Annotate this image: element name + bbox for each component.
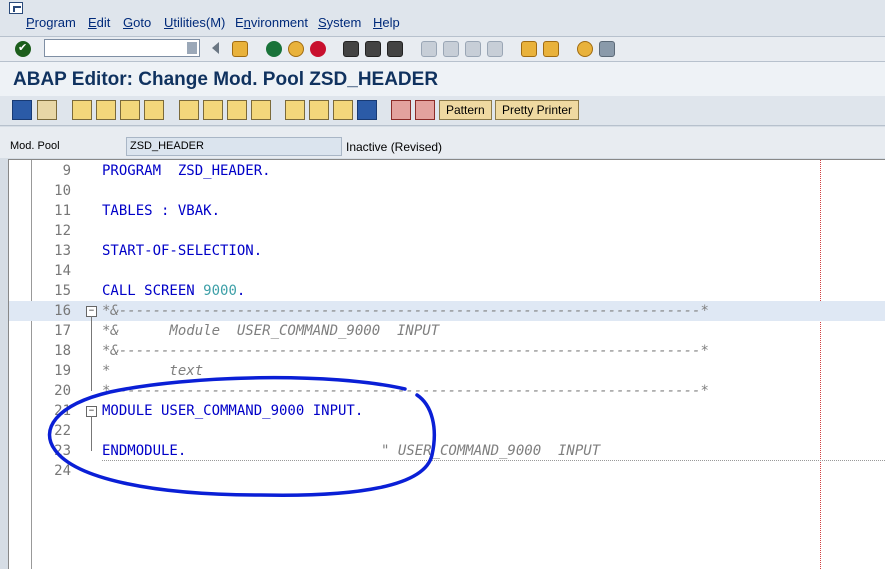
line-number: 22: [54, 423, 71, 439]
find-next-icon[interactable]: [387, 41, 403, 57]
pretty-printer-button[interactable]: Pretty Printer: [495, 100, 580, 120]
line-number: 14: [54, 263, 71, 279]
code-line[interactable]: 22: [9, 421, 885, 441]
code-line[interactable]: 16 *&------------------------------------…: [9, 301, 885, 321]
menu-utilities[interactable]: Utilities(M): [164, 15, 225, 30]
object-type-label: Mod. Pool: [10, 140, 60, 152]
object-list-icon[interactable]: [285, 100, 305, 120]
next-page-icon[interactable]: [465, 41, 481, 57]
menu-environment[interactable]: Environment: [235, 15, 308, 30]
program-status: Inactive (Revised): [346, 140, 443, 154]
line-number: 21: [54, 403, 71, 419]
activate-icon[interactable]: [179, 100, 199, 120]
forward-arrow-icon[interactable]: [37, 100, 57, 120]
navigation-window-icon[interactable]: [251, 100, 271, 120]
system-menu-icon[interactable]: [9, 2, 23, 14]
command-history-icon[interactable]: [187, 42, 197, 54]
code-text: ENDMODULE.: [102, 443, 187, 459]
program-name-field: ZSD_HEADER: [126, 137, 342, 156]
code-line[interactable]: 20 *-------------------------------------…: [9, 381, 885, 401]
code-line[interactable]: 11 TABLES : VBAK.: [9, 201, 885, 221]
code-text: CALL SCREEN 9000.: [102, 283, 246, 299]
info-icon[interactable]: [357, 100, 377, 120]
menu-help[interactable]: Help: [373, 15, 400, 30]
set-breakpoint-icon[interactable]: [391, 100, 411, 120]
back-icon[interactable]: [266, 41, 282, 57]
code-text: *&--------------------------------------…: [102, 343, 709, 359]
last-page-icon[interactable]: [487, 41, 503, 57]
line-number: 12: [54, 223, 71, 239]
enhance-icon[interactable]: [309, 100, 329, 120]
line-number: 24: [54, 463, 71, 479]
print-icon[interactable]: [343, 41, 359, 57]
line-number: 11: [54, 203, 71, 219]
customize-layout-icon[interactable]: [599, 41, 615, 57]
code-line[interactable]: 14: [9, 261, 885, 281]
code-line[interactable]: 18 *&------------------------------------…: [9, 341, 885, 361]
code-text: *---------------------------------------…: [102, 383, 709, 399]
cancel-icon[interactable]: [310, 41, 326, 57]
line-number: 19: [54, 363, 71, 379]
collapse-icon[interactable]: [212, 42, 219, 54]
enter-icon[interactable]: [15, 41, 31, 57]
number-literal: 9000: [203, 283, 237, 299]
line-number: 23: [54, 443, 71, 459]
page-title: ABAP Editor: Change Mod. Pool ZSD_HEADER: [13, 69, 439, 90]
code-line[interactable]: 9 PROGRAM ZSD_HEADER.: [9, 161, 885, 181]
delete-breakpoint-icon[interactable]: [415, 100, 435, 120]
standard-toolbar: [0, 36, 885, 62]
menu-goto[interactable]: Goto: [123, 15, 151, 30]
save-icon[interactable]: [232, 41, 248, 57]
code-line[interactable]: 21 MODULE USER_COMMAND_9000 INPUT. −: [9, 401, 885, 421]
code-text: MODULE USER_COMMAND_9000 INPUT.: [102, 403, 364, 419]
code-line[interactable]: 12: [9, 221, 885, 241]
code-text: *& Module USER_COMMAND_9000 INPUT: [102, 323, 440, 339]
code-text: PROGRAM ZSD_HEADER.: [102, 163, 271, 179]
check-icon[interactable]: [144, 100, 164, 120]
code-line[interactable]: 13 START-OF-SELECTION.: [9, 241, 885, 261]
display-change-icon[interactable]: [72, 100, 92, 120]
line-number: 16: [54, 303, 71, 319]
command-field[interactable]: [44, 39, 200, 57]
where-used-icon[interactable]: [227, 100, 247, 120]
find-icon[interactable]: [365, 41, 381, 57]
code-line[interactable]: 19 * text: [9, 361, 885, 381]
line-number: 20: [54, 383, 71, 399]
exit-icon[interactable]: [288, 41, 304, 57]
endmodule-comment: " USER_COMMAND_9000 INPUT: [381, 443, 601, 459]
fold-bracket-comment: [91, 316, 92, 391]
line-number: 18: [54, 343, 71, 359]
code-text: TABLES : VBAK.: [102, 203, 221, 219]
code-line[interactable]: 17 *& Module USER_COMMAND_9000 INPUT: [9, 321, 885, 341]
create-session-icon[interactable]: [521, 41, 537, 57]
code-line[interactable]: 10: [9, 181, 885, 201]
code-editor[interactable]: 9 PROGRAM ZSD_HEADER. 10 11 TABLES : VBAK. 12…: [8, 159, 885, 569]
code-text: * text: [102, 363, 204, 379]
line-number: 15: [54, 283, 71, 299]
menu-bar: Program Edit Goto Utilities(M) Environme…: [0, 0, 885, 36]
fullscreen-icon[interactable]: [333, 100, 353, 120]
code-line[interactable]: 15 CALL SCREEN 9000.: [9, 281, 885, 301]
back-arrow-icon[interactable]: [12, 100, 32, 120]
code-line[interactable]: 24: [9, 461, 885, 481]
shortcut-icon[interactable]: [543, 41, 559, 57]
menu-program[interactable]: Program: [26, 15, 76, 30]
fold-bracket-module: [91, 416, 92, 451]
first-page-icon[interactable]: [421, 41, 437, 57]
code-text: START-OF-SELECTION.: [102, 243, 263, 259]
line-number: 17: [54, 323, 71, 339]
test-icon[interactable]: [203, 100, 223, 120]
line-number: 10: [54, 183, 71, 199]
menu-edit[interactable]: Edit: [88, 15, 110, 30]
pattern-button[interactable]: Pattern: [439, 100, 492, 120]
line-number: 13: [54, 243, 71, 259]
previous-page-icon[interactable]: [443, 41, 459, 57]
line-number: 9: [62, 163, 71, 179]
help-icon[interactable]: [577, 41, 593, 57]
active-inactive-icon[interactable]: [96, 100, 116, 120]
other-object-icon[interactable]: [120, 100, 140, 120]
code-line[interactable]: 23 ENDMODULE. " USER_COMMAND_9000 INPUT: [9, 441, 885, 461]
menu-system[interactable]: System: [318, 15, 361, 30]
code-text: *&--------------------------------------…: [102, 303, 709, 319]
